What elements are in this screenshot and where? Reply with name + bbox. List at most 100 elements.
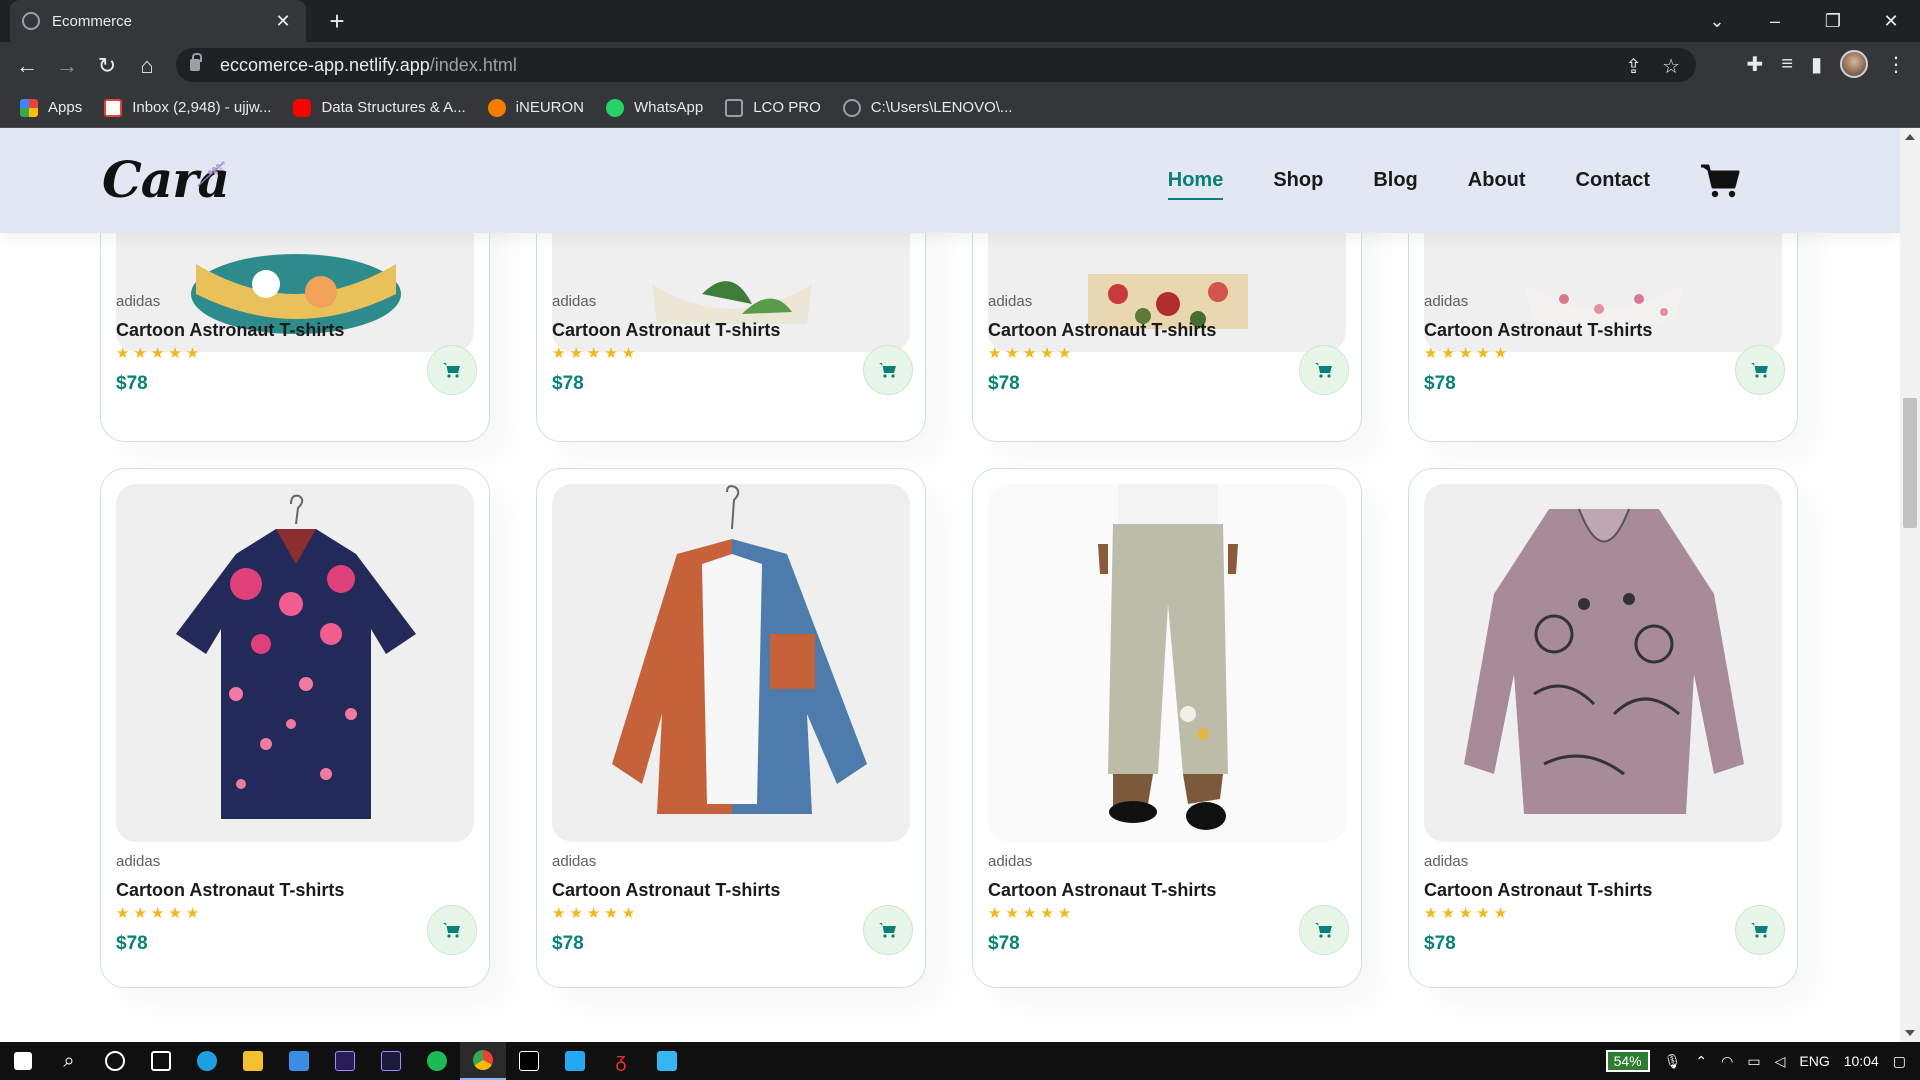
minimize-button[interactable]: – [1746, 11, 1804, 32]
nav-about[interactable]: About [1468, 169, 1526, 192]
cart-icon [443, 363, 460, 378]
nav-contact[interactable]: Contact [1576, 169, 1650, 192]
nav-home[interactable]: Home [1167, 169, 1223, 200]
scroll-down-arrow-icon[interactable] [1905, 1030, 1915, 1036]
chevron-up-icon[interactable]: ⌃ [1695, 1053, 1707, 1070]
microphone-icon[interactable]: 🎙 [1664, 1053, 1682, 1070]
product-card[interactable]: adidas Cartoon Astronaut T-shirts ★★★★★ … [972, 468, 1362, 988]
chrome-icon[interactable] [460, 1042, 506, 1080]
address-bar[interactable]: eccomerce-app.netlify.app/index.html ⇪ ☆ [176, 48, 1696, 82]
add-to-cart-button[interactable] [1299, 345, 1349, 395]
bookmark-label: Inbox (2,948) - ujjw... [132, 99, 272, 116]
product-brand: adidas [1424, 293, 1469, 310]
page-viewport: Cara Home Shop Blog About Contact adidas… [0, 128, 1900, 1042]
menu-kebab-icon[interactable]: ⋮ [1886, 52, 1906, 77]
battery-percentage[interactable]: 54% [1605, 1050, 1650, 1072]
file-explorer-icon[interactable] [230, 1042, 276, 1080]
bookmark-label: Apps [48, 99, 83, 116]
product-price: $78 [1424, 933, 1456, 954]
side-panel-icon[interactable]: ▮ [1811, 52, 1822, 77]
home-icon[interactable]: ⌂ [132, 51, 162, 81]
product-name: Cartoon Astronaut T-shirts [116, 320, 345, 340]
media-control-icon[interactable]: ≡ [1781, 53, 1793, 76]
product-price: $78 [1424, 373, 1456, 394]
edge-icon[interactable] [184, 1042, 230, 1080]
share-icon[interactable]: ⇪ [1625, 54, 1642, 79]
bookmark-ineuron[interactable]: iNEURON [487, 98, 584, 117]
product-card[interactable]: adidas Cartoon Astronaut T-shirts ★★★★★ … [536, 468, 926, 988]
close-tab-icon[interactable]: ✕ [272, 11, 294, 32]
url-path: /index.html [429, 54, 517, 75]
bookmark-lco[interactable]: LCO PRO [725, 98, 821, 117]
bookmark-whatsapp[interactable]: WhatsApp [606, 98, 703, 117]
scroll-thumb[interactable] [1903, 398, 1917, 528]
messenger-icon[interactable] [644, 1042, 690, 1080]
ineuron-icon [487, 98, 506, 117]
system-tray: 54% 🎙 ⌃ ◠ ▭ ◁ ENG 10:04 ▢ [1605, 1042, 1920, 1080]
intellij-icon[interactable] [506, 1042, 552, 1080]
back-arrow-icon[interactable]: ← [12, 51, 42, 81]
product-brand: adidas [1424, 853, 1469, 870]
volume-icon[interactable]: ◁ [1775, 1053, 1786, 1070]
task-view-icon[interactable] [138, 1042, 184, 1080]
forward-arrow-icon[interactable]: → [52, 51, 82, 81]
shopping-cart-icon[interactable] [1700, 163, 1740, 199]
close-window-button[interactable]: ✕ [1862, 11, 1920, 32]
search-icon[interactable]: ⌕ [46, 1042, 92, 1080]
add-to-cart-button[interactable] [1299, 905, 1349, 955]
rating-stars: ★★★★★ [116, 905, 204, 922]
apps-grid-icon [20, 98, 38, 117]
add-to-cart-button[interactable] [1735, 905, 1785, 955]
tab-search-icon[interactable]: ⌄ [1688, 11, 1746, 32]
product-name: Cartoon Astronaut T-shirts [116, 880, 345, 900]
product-card[interactable]: adidas Cartoon Astronaut T-shirts ★★★★★ … [1408, 468, 1798, 988]
window-controls: ⌄ – ❐ ✕ [1688, 0, 1920, 42]
bookmark-youtube[interactable]: Data Structures & A... [293, 98, 466, 117]
battery-icon[interactable]: ▭ [1747, 1053, 1760, 1070]
globe-icon [22, 12, 40, 30]
bookmark-star-icon[interactable]: ☆ [1662, 54, 1680, 79]
gmail-icon [104, 98, 123, 117]
lenovo-vantage-icon[interactable] [276, 1042, 322, 1080]
product-name: Cartoon Astronaut T-shirts [1424, 320, 1653, 340]
after-effects-icon[interactable] [368, 1042, 414, 1080]
bookmark-local-file[interactable]: C:\Users\LENOVO\... [842, 98, 1012, 117]
bookmark-label: LCO PRO [753, 99, 821, 116]
lock-icon [190, 53, 202, 71]
cortana-icon[interactable] [92, 1042, 138, 1080]
cart-icon [879, 363, 896, 378]
product-card[interactable]: adidas Cartoon Astronaut T-shirts ★★★★★ … [100, 468, 490, 988]
add-to-cart-button[interactable] [427, 345, 477, 395]
extensions-puzzle-icon[interactable]: ✚ [1747, 52, 1764, 77]
add-to-cart-button[interactable] [863, 345, 913, 395]
rating-stars: ★★★★★ [988, 345, 1076, 362]
premiere-icon[interactable] [322, 1042, 368, 1080]
youtube-icon [293, 98, 312, 117]
bookmark-apps[interactable]: Apps [20, 98, 83, 117]
reload-icon[interactable]: ↻ [92, 51, 122, 81]
browser-tab-strip: Ecommerce ✕ + ⌄ – ❐ ✕ [0, 0, 1920, 42]
notification-icon[interactable]: ▢ [1893, 1053, 1906, 1070]
language-indicator[interactable]: ENG [1799, 1053, 1829, 1069]
product-name: Cartoon Astronaut T-shirts [988, 880, 1217, 900]
wifi-icon[interactable]: ◠ [1721, 1053, 1733, 1070]
page-scrollbar[interactable] [1900, 128, 1920, 1042]
profile-avatar[interactable] [1840, 50, 1868, 78]
add-to-cart-button[interactable] [427, 905, 477, 955]
nav-blog[interactable]: Blog [1373, 169, 1417, 192]
clock-time[interactable]: 10:04 [1844, 1053, 1879, 1069]
product-name: Cartoon Astronaut T-shirts [1424, 880, 1653, 900]
browser-tab[interactable]: Ecommerce ✕ [10, 0, 306, 42]
add-to-cart-button[interactable] [1735, 345, 1785, 395]
scroll-up-arrow-icon[interactable] [1905, 134, 1915, 140]
spotify-icon[interactable] [414, 1042, 460, 1080]
windows-start-icon[interactable] [0, 1042, 46, 1080]
bookmark-gmail[interactable]: Inbox (2,948) - ujjw... [104, 98, 272, 117]
nav-shop[interactable]: Shop [1273, 169, 1323, 192]
new-tab-button[interactable]: + [322, 6, 352, 36]
restore-button[interactable]: ❐ [1804, 11, 1862, 32]
rating-stars: ★★★★★ [552, 345, 640, 362]
vscode-icon[interactable] [552, 1042, 598, 1080]
acrobat-icon[interactable]: ᵹ [598, 1042, 644, 1080]
add-to-cart-button[interactable] [863, 905, 913, 955]
